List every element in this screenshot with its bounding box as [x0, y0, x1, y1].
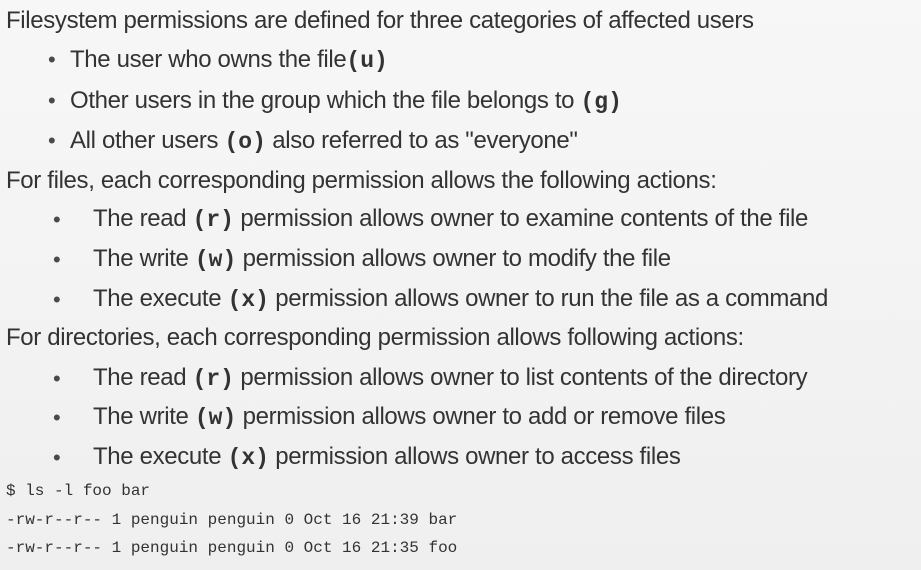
- perm-text: permission allows owner to modify the fi…: [236, 245, 672, 272]
- category-item-text: The user who owns the file: [70, 46, 347, 73]
- bullet-icon: •: [48, 47, 56, 72]
- permission-code: (o): [224, 129, 266, 155]
- permission-code: (u): [346, 48, 388, 74]
- category-item-others: All other users (o) also referred to as …: [70, 126, 578, 157]
- permission-code: (x): [227, 445, 269, 471]
- perm-text: permission allows owner to examine conte…: [234, 205, 809, 232]
- category-item-text: Other users in the group which the file …: [70, 87, 581, 114]
- slide: Filesystem permissions are defined for t…: [0, 0, 921, 570]
- perm-text: permission allows owner to add or remove…: [236, 403, 726, 430]
- heading-categories: Filesystem permissions are defined for t…: [6, 7, 754, 34]
- perm-text: The read: [93, 205, 193, 232]
- bullet-icon: •: [53, 366, 61, 391]
- perm-text: The execute: [93, 285, 228, 312]
- perm-text: permission allows owner to run the file …: [268, 285, 829, 312]
- terminal-output-line: -rw-r--r-- 1 penguin penguin 0 Oct 16 21…: [6, 511, 458, 529]
- permission-code: (w): [194, 247, 237, 273]
- terminal-output-line: -rw-r--r-- 1 penguin penguin 0 Oct 16 21…: [6, 539, 458, 557]
- heading-files: For files, each corresponding permission…: [6, 167, 717, 194]
- terminal-command: $ ls -l foo bar: [6, 482, 151, 500]
- dir-perm-execute: The execute (x) permission allows owner …: [93, 442, 681, 473]
- perm-text: The write: [93, 245, 195, 272]
- category-item-group: Other users in the group which the file …: [70, 86, 622, 117]
- perm-text: The write: [93, 403, 195, 430]
- heading-directories: For directories, each corresponding perm…: [6, 324, 744, 351]
- dir-perm-read: The read (r) permission allows owner to …: [93, 363, 808, 394]
- permission-code: (x): [227, 287, 269, 313]
- bullet-icon: •: [48, 88, 56, 113]
- bullet-icon: •: [53, 445, 61, 470]
- file-perm-execute: The execute (x) permission allows owner …: [93, 284, 828, 315]
- bullet-icon: •: [53, 287, 61, 312]
- bullet-icon: •: [53, 405, 61, 430]
- file-perm-read: The read (r) permission allows owner to …: [93, 204, 808, 235]
- category-item-text: All other users: [70, 127, 225, 154]
- bullet-icon: •: [48, 128, 56, 153]
- permission-code: (r): [192, 366, 234, 392]
- perm-text: permission allows owner to list contents…: [234, 364, 808, 391]
- bullet-icon: •: [53, 207, 61, 232]
- permission-code: (g): [580, 89, 622, 115]
- permission-code: (w): [194, 405, 237, 431]
- bullet-icon: •: [53, 247, 61, 272]
- perm-text: The read: [93, 364, 193, 391]
- perm-text: permission allows owner to access files: [268, 443, 681, 470]
- file-perm-write: The write (w) permission allows owner to…: [93, 244, 671, 275]
- permission-code: (r): [192, 207, 234, 233]
- category-item-owner: The user who owns the file(u): [70, 45, 388, 76]
- perm-text: The execute: [93, 443, 228, 470]
- category-item-text: also referred to as "everyone": [265, 127, 578, 154]
- dir-perm-write: The write (w) permission allows owner to…: [93, 402, 726, 433]
